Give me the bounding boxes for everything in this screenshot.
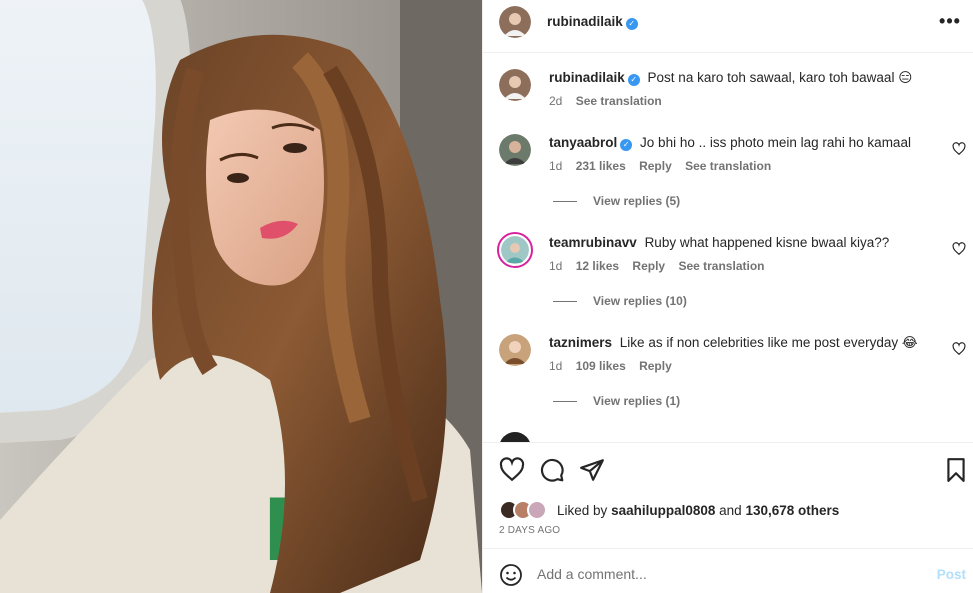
replies-divider-line xyxy=(553,201,577,203)
add-comment-bar: Post xyxy=(483,548,973,593)
replies-divider-line xyxy=(553,401,577,403)
see-translation-link[interactable]: See translation xyxy=(678,259,764,273)
caption-age: 2d xyxy=(549,94,563,108)
comment-likes[interactable]: 12 likes xyxy=(576,259,619,273)
liked-by-user-link[interactable]: saahiluppal0808 xyxy=(611,503,715,518)
author-avatar[interactable] xyxy=(499,6,531,38)
comment-avatar-story-ring[interactable] xyxy=(497,232,533,268)
see-translation-link[interactable]: See translation xyxy=(685,159,771,173)
replies-divider-line xyxy=(553,301,577,303)
view-replies-label[interactable]: View replies (1) xyxy=(593,394,680,408)
post-side-panel: rubinadilaik ✓ ••• rubinadilaik ✓ Post na … xyxy=(482,0,973,593)
caption-body: Post na karo toh sawaal, karo toh bawaal xyxy=(647,70,895,85)
caption-username-text[interactable]: rubinadilaik xyxy=(549,70,625,85)
caption-avatar[interactable] xyxy=(499,69,531,101)
comment-username[interactable]: tanyaabrol ✓ xyxy=(549,135,633,151)
liked-by-and: and xyxy=(719,503,742,518)
comment-text: Jo bhi ho .. iss photo mein lag rahi ho … xyxy=(640,135,911,150)
view-replies-button[interactable]: View replies (5) xyxy=(553,194,680,208)
post-header: rubinadilaik ✓ ••• xyxy=(483,0,973,53)
comment-age: 1d xyxy=(549,159,563,173)
liked-by-avatars xyxy=(499,499,555,521)
add-comment-input[interactable] xyxy=(537,561,917,587)
comment-like-heart-icon[interactable] xyxy=(952,342,966,356)
comment-username[interactable]: taznimers xyxy=(549,335,612,350)
comment-avatar[interactable] xyxy=(499,134,531,166)
liked-by-prefix: Liked by xyxy=(557,503,608,518)
comment-avatar-partial[interactable] xyxy=(499,432,531,442)
comment-age: 1d xyxy=(549,259,563,273)
heart-icon[interactable] xyxy=(499,457,525,483)
reply-button[interactable]: Reply xyxy=(632,259,665,273)
emoji-icon[interactable] xyxy=(499,563,523,587)
liker-avatar[interactable] xyxy=(527,500,547,520)
more-options-icon[interactable]: ••• xyxy=(938,12,962,32)
comment-text: Ruby what happened kisne bwaal kiya?? xyxy=(644,235,890,250)
view-replies-label[interactable]: View replies (10) xyxy=(593,294,687,308)
verified-badge-icon: ✓ xyxy=(620,139,633,151)
view-replies-button[interactable]: View replies (10) xyxy=(553,294,687,308)
comment-username-text[interactable]: tanyaabrol xyxy=(549,135,617,150)
caption-meta: 2d See translation xyxy=(549,94,929,108)
verified-badge-icon: ✓ xyxy=(625,18,638,30)
liked-by-text: Liked by saahiluppal0808 and 130,678 oth… xyxy=(557,503,839,518)
verified-badge-icon: ✓ xyxy=(627,74,640,86)
reply-button[interactable]: Reply xyxy=(639,159,672,173)
post-photo[interactable]: FU R xyxy=(0,0,482,593)
comment-likes[interactable]: 231 likes xyxy=(576,159,626,173)
reply-button[interactable]: Reply xyxy=(639,359,672,373)
view-replies-label[interactable]: View replies (5) xyxy=(593,194,680,208)
post-timestamp[interactable]: 2 DAYS AGO xyxy=(499,525,560,536)
caption-username[interactable]: rubinadilaik ✓ xyxy=(549,70,640,86)
author-username[interactable]: rubinadilaik ✓ xyxy=(547,14,638,30)
comment-age: 1d xyxy=(549,359,563,373)
comments-list: rubinadilaik ✓ Post na karo toh sawaal, k… xyxy=(483,54,973,442)
expressionless-emoji: 😑 xyxy=(898,70,913,85)
comment-likes[interactable]: 109 likes xyxy=(576,359,626,373)
post-actions: Liked by saahiluppal0808 and 130,678 oth… xyxy=(483,442,973,548)
author-username-text[interactable]: rubinadilaik xyxy=(547,14,623,29)
caption-text: rubinadilaik ✓ Post na karo toh sawaal, k… xyxy=(549,69,929,87)
comment-like-heart-icon[interactable] xyxy=(952,142,966,156)
comment-avatar[interactable] xyxy=(499,334,531,366)
post-comment-button[interactable]: Post xyxy=(937,567,966,582)
comment-icon[interactable] xyxy=(539,457,565,483)
bookmark-icon[interactable] xyxy=(943,457,969,483)
comment-like-heart-icon[interactable] xyxy=(952,242,966,256)
view-replies-button[interactable]: View replies (1) xyxy=(553,394,680,408)
comment-text: Like as if non celebrities like me post … xyxy=(619,335,918,350)
comment-username[interactable]: teamrubinavv xyxy=(549,235,637,250)
post-photo-illustration: FU R xyxy=(0,0,482,593)
share-icon[interactable] xyxy=(579,457,605,483)
liked-by-others-link[interactable]: 130,678 others xyxy=(745,503,839,518)
see-translation-link[interactable]: See translation xyxy=(576,94,662,108)
